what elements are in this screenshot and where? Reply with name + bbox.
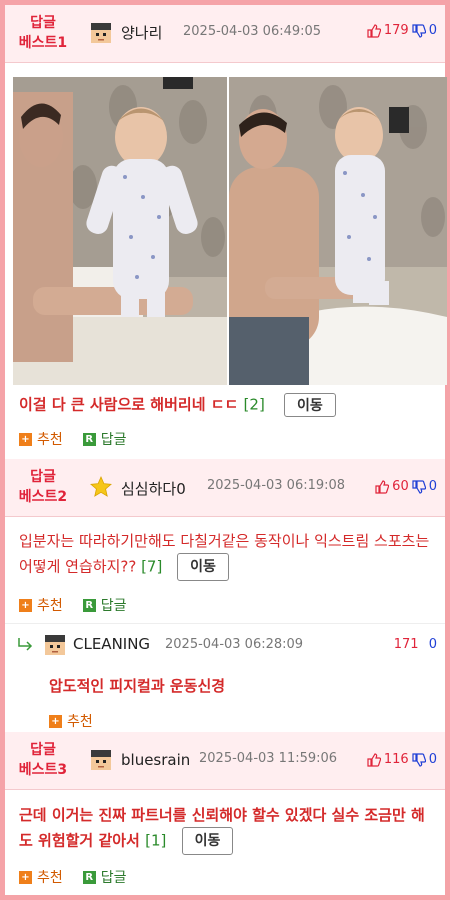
author-name[interactable]: CLEANING — [73, 635, 150, 653]
comment-actions: + 추천 R 답글 — [19, 429, 127, 449]
post-date: 2025-04-03 06:19:08 — [207, 478, 346, 493]
vote-box: 171 0 — [394, 637, 437, 652]
comment-body: 근데 이거는 진짜 파트너를 신뢰해야 할수 있겠다 실수 조금만 해도 위험할… — [19, 803, 431, 855]
reply-count[interactable]: [2] — [244, 396, 265, 414]
move-button[interactable]: 이동 — [181, 827, 234, 855]
down-count: 0 — [428, 479, 437, 494]
reply-button[interactable]: R 답글 — [82, 867, 127, 887]
author-name[interactable]: 양나리 — [121, 22, 162, 43]
reply-label: 답글 — [100, 598, 127, 614]
reply-icon: R — [82, 432, 96, 446]
up-count: 179 — [383, 23, 409, 38]
avatar-icon — [91, 23, 111, 43]
reply-item: CLEANING 2025-04-03 06:28:09 171 0 압도적인 … — [5, 625, 445, 735]
recommend-button[interactable]: + 추천 — [49, 711, 93, 731]
reply-label: 답글 — [100, 870, 127, 886]
up-count: 171 — [393, 637, 419, 652]
recommend-label: 추천 — [67, 714, 93, 730]
badge-line2: 베스트2 — [18, 489, 68, 505]
post-date: 2025-04-03 06:49:05 — [183, 24, 322, 39]
recommend-label: 추천 — [37, 598, 63, 614]
comment-text: 압도적인 피지컬과 운동신경 — [49, 677, 226, 695]
move-button[interactable]: 이동 — [177, 553, 229, 581]
down-count: 0 — [428, 23, 437, 38]
thumbs-up-icon[interactable] — [367, 23, 381, 38]
recommend-button[interactable]: + 추천 — [19, 867, 63, 887]
comment-header: 답글 베스트2 심심하다0 2025-04-03 06:19:08 60 0 — [5, 459, 445, 517]
badge-line1: 답글 — [30, 469, 56, 485]
up-count: 116 — [383, 752, 409, 767]
thumbs-up-icon[interactable] — [375, 479, 390, 494]
plus-icon: + — [19, 598, 32, 612]
recommend-button[interactable]: + 추천 — [19, 595, 63, 615]
reply-button[interactable]: R 답글 — [82, 429, 127, 449]
thumbs-up-icon[interactable] — [367, 752, 381, 767]
reply-icon: R — [82, 870, 96, 884]
thumbs-down-icon[interactable] — [412, 479, 426, 494]
reply-arrow-icon — [18, 638, 33, 651]
recommend-button[interactable]: + 추천 — [19, 429, 63, 449]
comment-text: 이걸 다 큰 사람으로 해버리네 ㄷㄷ — [19, 395, 239, 414]
comment-actions: + 추천 R 답글 — [19, 867, 127, 887]
reply-count[interactable]: [1] — [145, 832, 166, 850]
badge-line2: 베스트3 — [18, 762, 68, 778]
up-count: 60 — [392, 479, 409, 494]
badge-line1: 답글 — [30, 15, 56, 31]
reply-icon: R — [82, 598, 96, 612]
reply-label: 답글 — [100, 432, 127, 448]
reply-button[interactable]: R 답글 — [82, 595, 127, 615]
thumbs-down-icon[interactable] — [412, 752, 426, 767]
avatar-icon — [45, 635, 65, 655]
down-count: 0 — [428, 637, 437, 652]
recommend-label: 추천 — [37, 870, 63, 886]
best-badge: 답글 베스트3 — [15, 740, 71, 780]
badge-line2: 베스트1 — [18, 35, 68, 51]
thumbs-down-icon[interactable] — [412, 23, 426, 38]
vote-box: 179 0 — [367, 23, 437, 38]
star-icon — [90, 476, 112, 497]
divider — [5, 623, 445, 624]
recommend-label: 추천 — [37, 432, 63, 448]
plus-icon: + — [49, 714, 62, 728]
best-badge: 답글 베스트2 — [15, 467, 71, 507]
comment-header: 답글 베스트1 양나리 2025-04-03 06:49:05 179 0 — [5, 5, 445, 63]
comment-body: 입분자는 따라하기만해도 다칠거같은 동작이나 익스트림 스포츠는 어떻게 연습… — [19, 529, 431, 581]
reply-count[interactable]: [7] — [141, 558, 162, 576]
attached-image[interactable] — [13, 77, 447, 385]
comment-header: 답글 베스트3 bluesrain 2025-04-03 11:59:06 11… — [5, 732, 445, 790]
vote-box: 116 0 — [367, 752, 437, 767]
badge-line1: 답글 — [30, 742, 56, 758]
down-count: 0 — [428, 752, 437, 767]
plus-icon: + — [19, 432, 32, 446]
comment-panel: 답글 베스트1 양나리 2025-04-03 06:49:05 179 0 이걸… — [0, 0, 450, 900]
author-name[interactable]: 심심하다0 — [121, 478, 186, 499]
comment-title: 이걸 다 큰 사람으로 해버리네 ㄷㄷ [2] 이동 — [19, 393, 336, 417]
avatar-icon — [91, 750, 111, 770]
best-badge: 답글 베스트1 — [15, 13, 71, 53]
vote-box: 60 0 — [375, 479, 437, 494]
plus-icon: + — [19, 870, 32, 884]
move-button[interactable]: 이동 — [284, 393, 336, 417]
author-name[interactable]: bluesrain — [121, 751, 190, 769]
comment-actions: + 추천 R 답글 — [19, 595, 127, 615]
post-date: 2025-04-03 06:28:09 — [165, 637, 304, 652]
post-date: 2025-04-03 11:59:06 — [199, 751, 338, 766]
